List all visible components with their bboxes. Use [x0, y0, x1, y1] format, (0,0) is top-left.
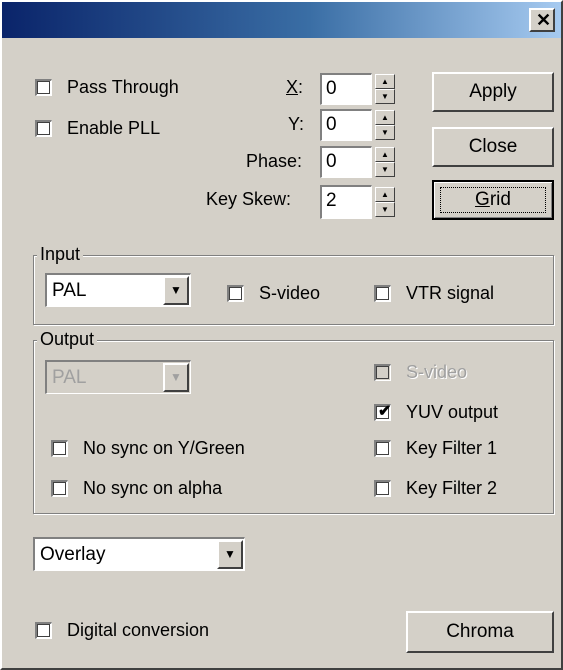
digital-conversion-label: Digital conversion	[67, 620, 210, 640]
title-bar: ✕	[2, 2, 561, 38]
key-filter-2-checkbox[interactable]	[374, 480, 391, 497]
digital-conversion-checkbox[interactable]	[35, 622, 52, 639]
dialog-window: ✕ Pass Through Enable PLL X: 0 ▲ ▼ Y: 0 …	[0, 0, 563, 670]
output-group-legend: Output	[37, 329, 98, 349]
phase-spinner[interactable]: ▲ ▼	[375, 147, 395, 177]
chroma-button[interactable]: Chroma	[406, 611, 554, 653]
apply-button[interactable]: Apply	[432, 72, 554, 112]
yuv-output-label: YUV output	[406, 402, 499, 422]
y-input[interactable]: 0	[320, 109, 372, 141]
spin-down-icon[interactable]: ▼	[375, 89, 395, 104]
x-input[interactable]: 0	[320, 73, 372, 105]
input-svideo-checkbox[interactable]	[227, 285, 244, 302]
key-filter-1-checkbox[interactable]	[374, 440, 391, 457]
output-svideo-label: S-video	[406, 362, 468, 382]
check-mark-icon: ✔	[378, 403, 392, 420]
spin-up-icon[interactable]: ▲	[375, 74, 395, 89]
vtr-signal-checkbox[interactable]	[374, 285, 391, 302]
enable-pll-checkbox[interactable]	[35, 120, 52, 137]
dropdown-arrow-icon[interactable]: ▼	[217, 540, 243, 569]
mode-select[interactable]: Overlay ▼	[33, 537, 245, 571]
pass-through-checkbox[interactable]	[35, 79, 52, 96]
enable-pll-label: Enable PLL	[67, 118, 161, 138]
grid-button[interactable]: Grid	[432, 180, 554, 220]
key-filter-2-label: Key Filter 2	[406, 478, 498, 498]
spin-up-icon[interactable]: ▲	[375, 147, 395, 162]
output-standard-value: PAL	[52, 367, 87, 388]
close-window-button[interactable]: ✕	[529, 8, 555, 32]
dropdown-arrow-icon[interactable]: ▼	[163, 276, 189, 305]
yuv-output-checkbox[interactable]: ✔	[374, 403, 392, 421]
dropdown-arrow-icon[interactable]: ▼	[163, 363, 189, 392]
no-sync-alpha-checkbox[interactable]	[51, 480, 68, 497]
phase-input[interactable]: 0	[320, 146, 372, 178]
x-label: X:	[286, 77, 304, 97]
no-sync-alpha-label: No sync on alpha	[83, 478, 223, 498]
pass-through-label: Pass Through	[67, 77, 179, 97]
input-standard-value: PAL	[52, 280, 87, 301]
y-spinner[interactable]: ▲ ▼	[375, 110, 395, 140]
output-svideo-checkbox[interactable]	[374, 364, 391, 381]
phase-label: Phase:	[246, 151, 303, 171]
spin-up-icon[interactable]: ▲	[375, 187, 395, 202]
y-label: Y:	[288, 114, 305, 134]
key-skew-spinner[interactable]: ▲ ▼	[375, 187, 395, 217]
spin-down-icon[interactable]: ▼	[375, 162, 395, 177]
spin-down-icon[interactable]: ▼	[375, 125, 395, 140]
mode-value: Overlay	[40, 544, 106, 565]
key-skew-input[interactable]: 2	[320, 185, 372, 219]
focus-ring	[440, 187, 546, 213]
vtr-signal-label: VTR signal	[406, 283, 495, 303]
key-skew-label: Key Skew:	[206, 189, 292, 209]
no-sync-y-green-checkbox[interactable]	[51, 440, 68, 457]
input-standard-select[interactable]: PAL ▼	[45, 273, 191, 307]
key-filter-1-label: Key Filter 1	[406, 438, 498, 458]
spin-up-icon[interactable]: ▲	[375, 110, 395, 125]
input-svideo-label: S-video	[259, 283, 321, 303]
output-standard-select[interactable]: PAL ▼	[45, 360, 191, 394]
close-button[interactable]: Close	[432, 127, 554, 167]
no-sync-y-green-label: No sync on Y/Green	[83, 438, 245, 458]
close-icon: ✕	[536, 10, 552, 30]
spin-down-icon[interactable]: ▼	[375, 202, 395, 217]
x-spinner[interactable]: ▲ ▼	[375, 74, 395, 104]
input-group-legend: Input	[37, 244, 84, 264]
